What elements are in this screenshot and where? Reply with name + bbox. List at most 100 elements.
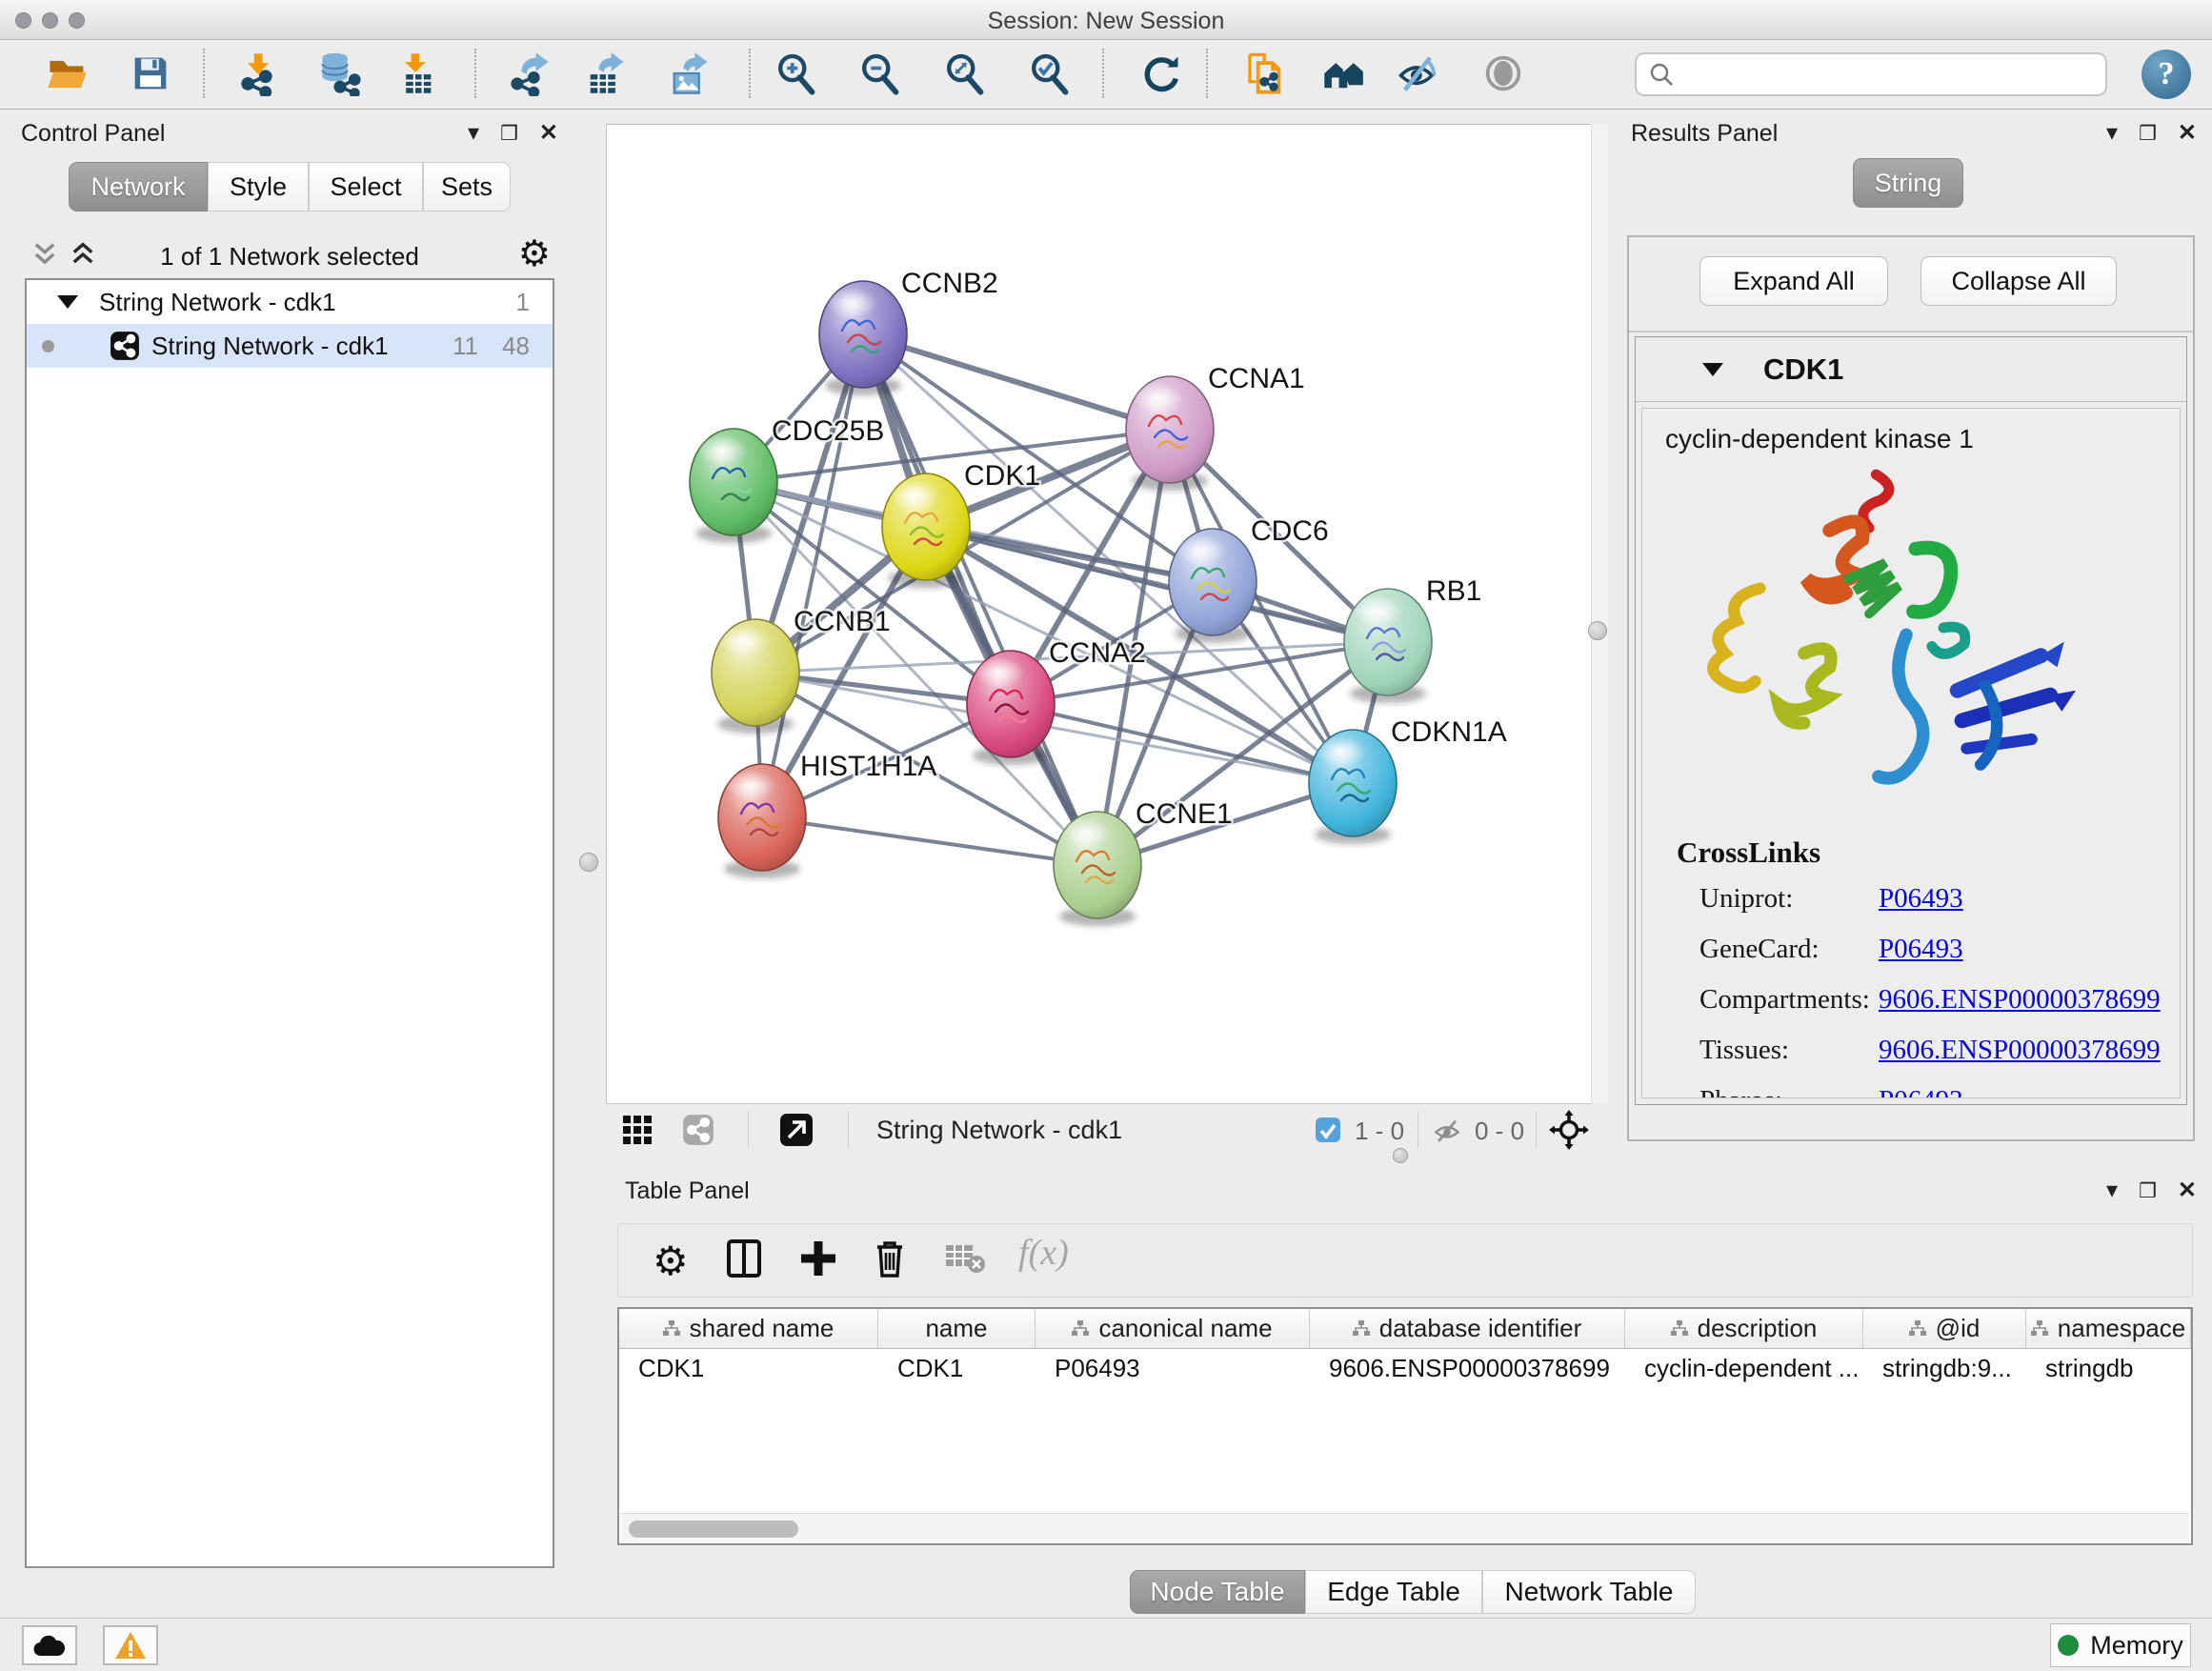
- delete-table-button[interactable]: [944, 1238, 986, 1278]
- search-input[interactable]: [1684, 60, 2094, 90]
- save-session-button[interactable]: [123, 44, 178, 103]
- node-gloss: [826, 288, 877, 318]
- open-session-button[interactable]: [40, 44, 95, 103]
- left-splitter-handle[interactable]: [579, 853, 598, 872]
- horizontal-scrollbar[interactable]: [621, 1513, 2189, 1543]
- memory-button[interactable]: Memory: [2050, 1623, 2191, 1667]
- results-panel-menu-button[interactable]: ▾: [2106, 122, 2118, 145]
- import-network-from-database-button[interactable]: [312, 44, 368, 103]
- crosslink-value-link[interactable]: P06493: [1879, 934, 1963, 965]
- column-header-description[interactable]: description: [1625, 1309, 1863, 1348]
- results-panel-float-button[interactable]: ❒: [2139, 124, 2157, 144]
- hide-selection-button[interactable]: [1391, 44, 1446, 103]
- function-builder-button[interactable]: f(x): [1018, 1232, 1069, 1274]
- control-panel-close-button[interactable]: ✕: [539, 122, 558, 145]
- column-header-database-identifier[interactable]: database identifier: [1310, 1309, 1625, 1348]
- network-node-ccne1[interactable]: [1054, 812, 1141, 926]
- zoom-selected-button[interactable]: [1021, 44, 1076, 103]
- export-table-button[interactable]: [577, 44, 633, 103]
- scrollbar-thumb[interactable]: [629, 1520, 798, 1538]
- column-header-shared-name[interactable]: shared name: [619, 1309, 878, 1348]
- tab-style[interactable]: Style: [208, 162, 309, 211]
- collapse-caret-icon[interactable]: [57, 295, 78, 309]
- table-panel-close-button[interactable]: ✕: [2178, 1179, 2197, 1202]
- cloud-status-button[interactable]: [22, 1625, 77, 1665]
- show-all-button[interactable]: [1476, 44, 1531, 103]
- table-settings-gear-button[interactable]: ⚙: [653, 1238, 689, 1284]
- network-node-rb1[interactable]: [1344, 589, 1432, 703]
- network-collection-row[interactable]: String Network - cdk1 1: [27, 280, 553, 324]
- network-icon-button[interactable]: [682, 1114, 714, 1149]
- export-network-button[interactable]: [502, 44, 557, 103]
- zoom-out-button[interactable]: [852, 44, 907, 103]
- network-canvas[interactable]: CCNB2CCNA1CDC25BCDK1CDC6RB1CCNB1CCNA2CDK…: [606, 124, 1591, 1103]
- new-network-from-selection-button[interactable]: [1235, 44, 1290, 103]
- network-node-cdc25b[interactable]: [690, 429, 777, 543]
- zoom-fit-button[interactable]: [936, 44, 992, 103]
- network-row[interactable]: String Network - cdk1 11 48: [27, 324, 553, 368]
- network-node-ccnb1[interactable]: [712, 619, 799, 734]
- show-columns-button[interactable]: [725, 1238, 763, 1282]
- control-panel-menu-button[interactable]: ▾: [468, 122, 479, 145]
- results-panel-close-button[interactable]: ✕: [2178, 122, 2197, 145]
- network-edge[interactable]: [863, 334, 1097, 865]
- birdseye-view-button[interactable]: [779, 1113, 814, 1150]
- network-edge[interactable]: [863, 334, 1170, 430]
- delete-column-button[interactable]: [872, 1238, 908, 1282]
- collapse-all-button[interactable]: Collapse All: [1920, 256, 2117, 306]
- table-cell[interactable]: stringdb: [2026, 1349, 2191, 1387]
- tab-network-table[interactable]: Network Table: [1482, 1570, 1696, 1614]
- table-panel-float-button[interactable]: ❒: [2139, 1181, 2157, 1201]
- tab-network[interactable]: Network: [69, 162, 208, 211]
- crosslink-value-link[interactable]: 9606.ENSP00000378699: [1879, 1035, 2161, 1066]
- network-node-cdkn1a[interactable]: [1309, 730, 1397, 844]
- import-table-from-file-button[interactable]: [388, 44, 443, 103]
- network-graph[interactable]: CCNB2CCNA1CDC25BCDK1CDC6RB1CCNB1CCNA2CDK…: [607, 125, 1592, 1104]
- crosslink-value-link[interactable]: 9606.ENSP00000378699: [1879, 984, 2161, 1016]
- node-label: CDK1: [964, 460, 1040, 492]
- crosslink-value-link[interactable]: P06493: [1879, 1085, 1963, 1098]
- gene-card-header[interactable]: CDK1: [1636, 337, 2186, 402]
- network-edge[interactable]: [762, 817, 1097, 865]
- grid-view-button[interactable]: [621, 1114, 654, 1149]
- node-table[interactable]: shared namenamecanonical namedatabase id…: [617, 1307, 2193, 1545]
- column-header-namespace[interactable]: namespace: [2026, 1309, 2191, 1348]
- table-panel-menu-button[interactable]: ▾: [2106, 1179, 2118, 1202]
- first-neighbors-button[interactable]: [1317, 44, 1372, 103]
- help-button[interactable]: ?: [2142, 50, 2191, 99]
- expand-all-button[interactable]: Expand All: [1699, 256, 1888, 306]
- column-header-canonical-name[interactable]: canonical name: [1036, 1309, 1310, 1348]
- tab-select[interactable]: Select: [309, 162, 423, 211]
- table-row[interactable]: CDK1CDK1P064939606.ENSP00000378699cyclin…: [619, 1349, 2191, 1387]
- pan-mode-button[interactable]: [1549, 1110, 1589, 1153]
- column-header--id[interactable]: @id: [1863, 1309, 2026, 1348]
- network-node-ccna1[interactable]: [1126, 376, 1214, 491]
- add-column-button[interactable]: [799, 1238, 837, 1282]
- table-cell[interactable]: CDK1: [878, 1349, 1036, 1387]
- table-cell[interactable]: CDK1: [619, 1349, 878, 1387]
- bottom-splitter-handle[interactable]: [1393, 1148, 1408, 1163]
- tab-node-table[interactable]: Node Table: [1130, 1570, 1305, 1614]
- zoom-in-button[interactable]: [768, 44, 823, 103]
- table-cell[interactable]: 9606.ENSP00000378699: [1310, 1349, 1625, 1387]
- table-cell[interactable]: stringdb:9...: [1863, 1349, 2026, 1387]
- tab-edge-table[interactable]: Edge Table: [1305, 1570, 1482, 1614]
- apply-layout-button[interactable]: [1134, 44, 1189, 103]
- selected-checkbox[interactable]: [1315, 1117, 1341, 1148]
- right-splitter-handle[interactable]: [1588, 621, 1607, 640]
- tab-string[interactable]: String: [1853, 158, 1963, 208]
- warnings-button[interactable]: [103, 1625, 158, 1665]
- table-cell[interactable]: P06493: [1036, 1349, 1310, 1387]
- network-options-gear-button[interactable]: ⚙: [518, 232, 551, 275]
- column-header-name[interactable]: name: [878, 1309, 1036, 1348]
- network-node-ccnb2[interactable]: [819, 281, 907, 395]
- crosslink-value-link[interactable]: P06493: [1879, 883, 1963, 915]
- table-cell[interactable]: cyclin-dependent ...: [1625, 1349, 1863, 1387]
- import-network-from-file-button[interactable]: [230, 44, 285, 103]
- network-edge[interactable]: [1011, 704, 1353, 783]
- export-image-button[interactable]: [662, 44, 717, 103]
- control-panel-float-button[interactable]: ❒: [500, 124, 518, 144]
- network-node-hist1h1a[interactable]: [718, 764, 806, 878]
- tab-sets[interactable]: Sets: [423, 162, 511, 211]
- collapse-caret-icon[interactable]: [1702, 363, 1723, 376]
